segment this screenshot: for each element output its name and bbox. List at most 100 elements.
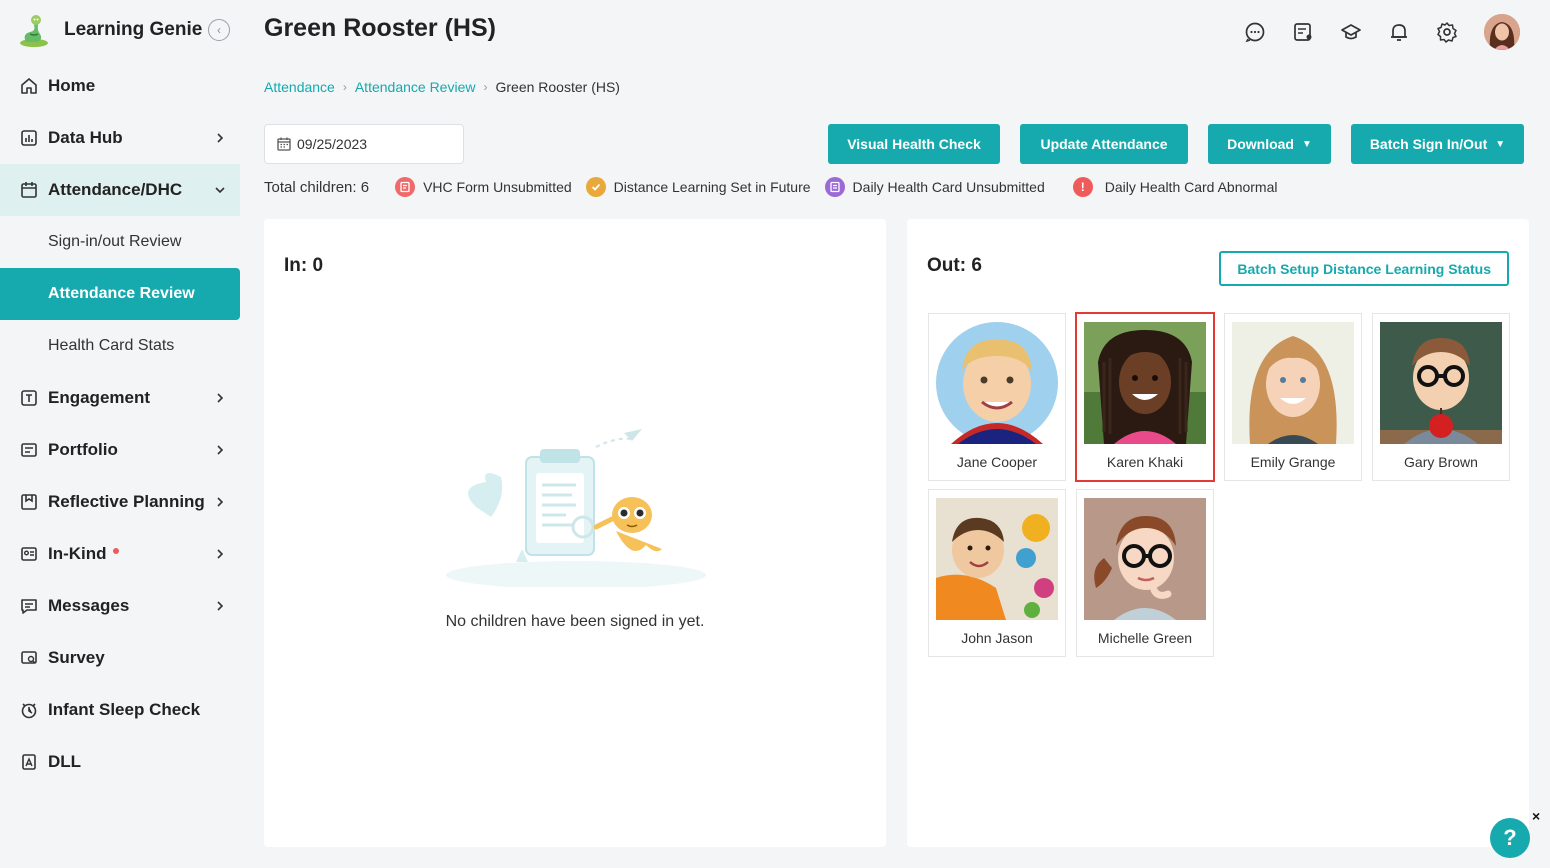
sidebar-subitem-label: Attendance Review — [48, 285, 195, 302]
child-card-michelle-green[interactable]: Michelle Green — [1076, 489, 1214, 657]
top-toolbar — [1244, 14, 1520, 50]
sidebar-item-attendance-dhc[interactable]: Attendance/DHC — [0, 164, 240, 216]
sidebar-nav: Home Data Hub Attendance/DHC Sign-in/out… — [0, 60, 240, 788]
sidebar-item-messages[interactable]: Messages — [0, 580, 240, 632]
child-card-jane-cooper[interactable]: Jane Cooper — [928, 313, 1066, 481]
sidebar-item-label: In-Kind — [48, 544, 212, 564]
legend-label: Daily Health Card Abnormal — [1104, 179, 1278, 195]
notification-dot — [112, 548, 119, 554]
child-card-emily-grange[interactable]: Emily Grange — [1224, 313, 1362, 481]
home-icon — [20, 77, 38, 95]
graduation-cap-icon[interactable] — [1340, 21, 1362, 43]
batch-sign-in-out-button[interactable]: Batch Sign In/Out ▼ — [1351, 124, 1524, 164]
chevron-right-icon: › — [483, 80, 488, 94]
breadcrumb-attendance[interactable]: Attendance — [264, 79, 335, 95]
sidebar-item-label: DLL — [48, 752, 82, 771]
child-photo — [1380, 322, 1502, 444]
button-label: Update Attendance — [1040, 136, 1168, 152]
button-label: Visual Health Check — [847, 136, 981, 152]
chevron-down-icon: ▼ — [1301, 138, 1312, 150]
date-input[interactable] — [297, 136, 447, 152]
chevron-right-icon: › — [342, 80, 347, 94]
sidebar-item-engagement[interactable]: Engagement — [0, 372, 240, 424]
sidebar-subitem-sign-in-out-review[interactable]: Sign-in/out Review — [0, 216, 240, 268]
sidebar-item-survey[interactable]: Survey — [0, 632, 240, 684]
chevron-right-icon — [212, 494, 228, 510]
chevron-right-icon — [212, 130, 228, 146]
signed-out-count: Out: 6 — [927, 255, 982, 276]
sidebar-item-reflective-planning[interactable]: Reflective Planning — [0, 476, 240, 528]
question-mark-icon: ? — [1503, 825, 1517, 850]
sidebar-item-label: Data Hub — [48, 128, 123, 147]
health-card-icon — [824, 177, 845, 197]
sidebar-item-portfolio[interactable]: Portfolio — [0, 424, 240, 476]
sidebar-item-infant-sleep-check[interactable]: Infant Sleep Check — [0, 684, 240, 736]
survey-icon — [20, 649, 38, 667]
legend-dhc-abnormal: ! Daily Health Card Abnormal — [1072, 177, 1278, 197]
total-children: Total children: 6 — [264, 178, 370, 196]
user-avatar[interactable] — [1484, 14, 1520, 50]
inkind-icon — [20, 545, 38, 563]
child-name: John Jason — [961, 630, 1033, 646]
sidebar-item-label: Attendance/DHC — [48, 180, 183, 199]
child-photo — [1232, 322, 1354, 444]
child-card-gary-brown[interactable]: Gary Brown — [1372, 313, 1510, 481]
sidebar-item-in-kind[interactable]: In-Kind — [0, 528, 240, 580]
signed-in-panel: In: 0 No children have been signed in ye… — [264, 219, 886, 847]
learning-genie-logo-icon[interactable] — [16, 12, 52, 48]
signed-in-count: In: 0 — [284, 255, 324, 276]
breadcrumb: Attendance › Attendance Review › Green R… — [264, 79, 620, 95]
breadcrumb-attendance-review[interactable]: Attendance Review — [355, 79, 476, 95]
sidebar-item-label: Messages — [48, 596, 130, 615]
update-attendance-button[interactable]: Update Attendance — [1020, 124, 1188, 164]
sidebar: Learning Genie ‹ Home Data Hub Attendanc… — [0, 0, 240, 868]
child-name: Emily Grange — [1250, 454, 1336, 470]
sidebar-subitem-health-card-stats[interactable]: Health Card Stats — [0, 320, 240, 372]
sidebar-item-label: Portfolio — [48, 440, 118, 459]
legend-label: Daily Health Card Unsubmitted — [852, 179, 1045, 195]
batch-setup-distance-learning-button[interactable]: Batch Setup Distance Learning Status — [1219, 251, 1509, 286]
chat-icon[interactable] — [1244, 21, 1266, 43]
planning-icon — [20, 493, 38, 511]
contact-card-icon[interactable] — [1292, 21, 1314, 43]
brand: Learning Genie ‹ — [16, 12, 230, 48]
check-icon — [585, 177, 606, 197]
sidebar-item-label: Home — [48, 76, 96, 95]
sidebar-item-dll[interactable]: DLL — [0, 736, 240, 788]
sidebar-item-home[interactable]: Home — [0, 60, 240, 112]
sidebar-subitem-attendance-review[interactable]: Attendance Review — [0, 268, 240, 320]
child-card-karen-khaki[interactable]: Karen Khaki — [1075, 312, 1215, 482]
sidebar-item-label: Reflective Planning — [48, 492, 205, 511]
download-button[interactable]: Download ▼ — [1208, 124, 1331, 164]
legend-dhc-unsubmitted: Daily Health Card Unsubmitted — [824, 177, 1045, 197]
gear-icon[interactable] — [1436, 21, 1458, 43]
help-button[interactable]: ? — [1490, 818, 1530, 858]
calendar-icon — [20, 181, 38, 199]
child-photo — [1084, 322, 1206, 444]
legend-label: VHC Form Unsubmitted — [423, 179, 572, 195]
sidebar-item-label: Infant Sleep Check — [48, 700, 201, 719]
engagement-icon — [20, 389, 38, 407]
page-title: Green Rooster (HS) — [264, 14, 496, 42]
date-picker[interactable] — [264, 124, 464, 164]
exclamation-icon: ! — [1072, 177, 1093, 197]
sidebar-item-data-hub[interactable]: Data Hub — [0, 112, 240, 164]
visual-health-check-button[interactable]: Visual Health Check — [828, 124, 1000, 164]
child-photo — [936, 322, 1058, 444]
chart-icon — [20, 129, 38, 147]
dll-icon — [20, 753, 38, 771]
chevron-down-icon — [212, 182, 228, 198]
bell-icon[interactable] — [1388, 21, 1410, 43]
child-name: Gary Brown — [1404, 454, 1478, 470]
chevron-left-icon: ‹ — [217, 23, 221, 37]
child-name: Karen Khaki — [1106, 454, 1184, 470]
breadcrumb-current: Green Rooster (HS) — [495, 79, 620, 95]
child-card-john-jason[interactable]: John Jason — [928, 489, 1066, 657]
collapse-sidebar-button[interactable]: ‹ — [208, 19, 230, 41]
messages-icon — [20, 597, 38, 615]
sidebar-subitem-label: Sign-in/out Review — [48, 233, 182, 250]
chevron-right-icon — [212, 442, 228, 458]
close-help-icon[interactable]: × — [1532, 808, 1540, 824]
empty-state-message: No children have been signed in yet. — [445, 613, 705, 630]
chevron-right-icon — [212, 546, 228, 562]
